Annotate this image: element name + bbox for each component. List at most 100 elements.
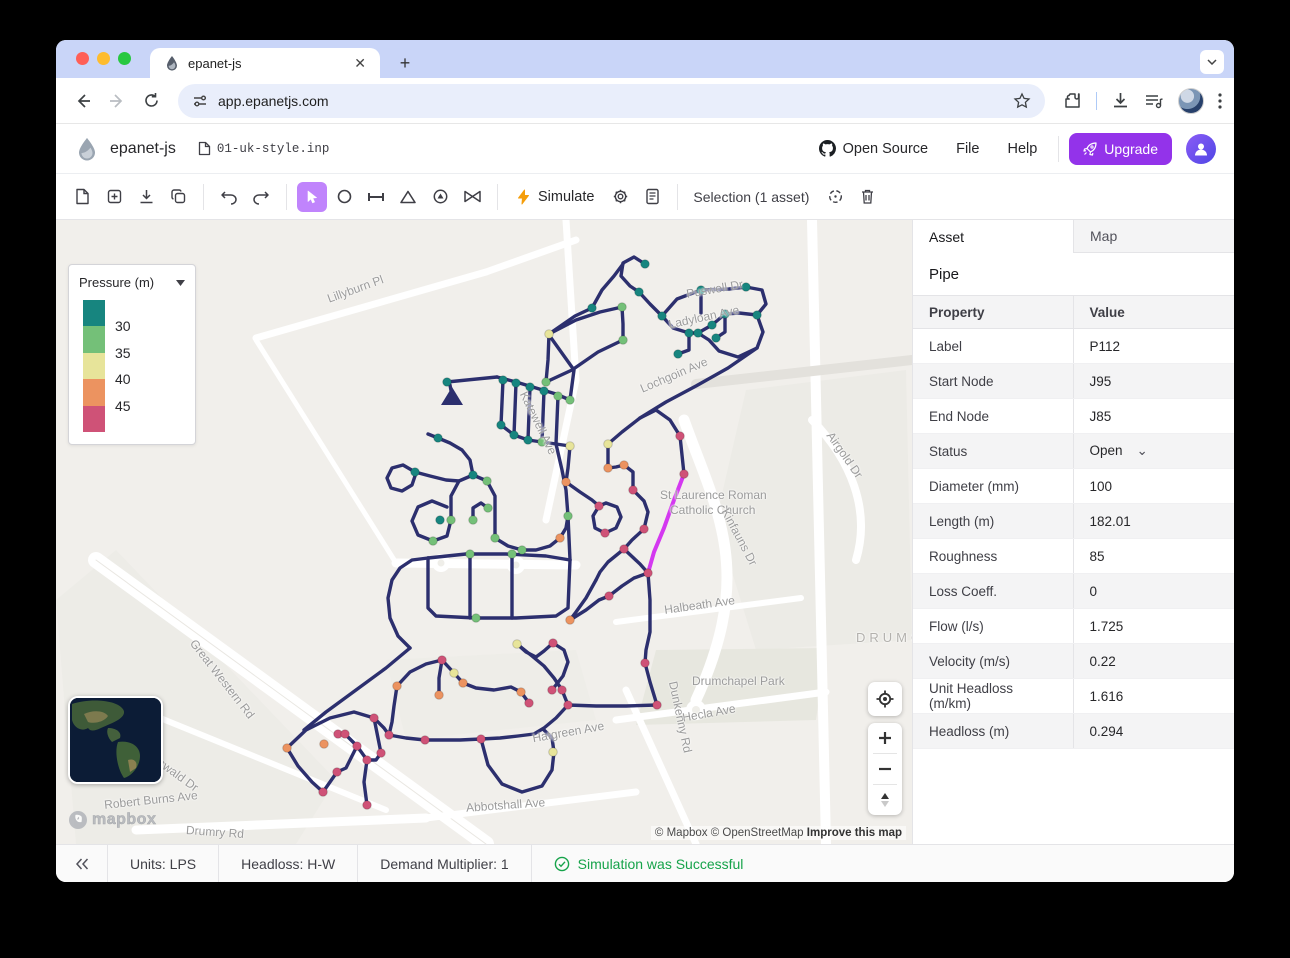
file-menu[interactable]: File	[945, 134, 990, 164]
junction-node[interactable]	[484, 504, 493, 513]
site-settings-icon[interactable]	[192, 93, 208, 109]
pipe[interactable]	[412, 501, 451, 541]
property-value[interactable]: 1.725	[1073, 609, 1234, 644]
pipe[interactable]	[566, 446, 570, 482]
pipe[interactable]	[609, 573, 648, 596]
junction-node[interactable]	[641, 260, 650, 269]
tank-tool-button[interactable]	[425, 182, 455, 212]
junction-node[interactable]	[363, 801, 372, 810]
back-button[interactable]	[68, 86, 98, 116]
attribution-osm[interactable]: © OpenStreetMap	[711, 827, 804, 839]
junction-node[interactable]	[558, 686, 567, 695]
junction-node[interactable]	[517, 688, 526, 697]
junction-node[interactable]	[510, 431, 519, 440]
property-value[interactable]: J85	[1073, 399, 1234, 434]
junction-node[interactable]	[447, 516, 456, 525]
pipe[interactable]	[639, 292, 662, 316]
junction-node[interactable]	[604, 440, 613, 449]
reservoir-marker[interactable]	[441, 387, 463, 405]
junction-node[interactable]	[620, 545, 629, 554]
delete-selection-button[interactable]	[852, 182, 882, 212]
tab-search-button[interactable]	[1200, 50, 1224, 74]
junction-node[interactable]	[604, 464, 613, 473]
junction-node[interactable]	[549, 639, 558, 648]
junction-node[interactable]	[353, 742, 362, 751]
junction-node[interactable]	[566, 616, 575, 625]
pipe[interactable]	[388, 558, 428, 648]
junction-node[interactable]	[491, 534, 500, 543]
file-name-chip[interactable]: 01-uk-style.inp	[198, 141, 330, 156]
globe-minimap[interactable]	[68, 696, 163, 784]
junction-node[interactable]	[545, 330, 554, 339]
reload-button[interactable]	[136, 86, 166, 116]
junction-node[interactable]	[341, 730, 350, 739]
junction-node[interactable]	[319, 788, 328, 797]
simulate-button[interactable]: Simulate	[507, 189, 604, 205]
junction-node[interactable]	[653, 701, 662, 710]
junction-node[interactable]	[556, 534, 565, 543]
locate-button[interactable]	[868, 682, 902, 716]
pipe[interactable]	[624, 549, 648, 573]
zoom-out-button[interactable]	[868, 754, 902, 784]
property-value[interactable]: Open⌄	[1073, 434, 1234, 469]
statusbar-item[interactable]: Units: LPS	[108, 845, 219, 882]
open-source-link[interactable]: Open Source	[808, 133, 939, 164]
pipe[interactable]	[546, 334, 549, 382]
mapbox-logo[interactable]: mapbox	[68, 810, 156, 830]
tab-close-icon[interactable]: ✕	[350, 55, 370, 72]
chevron-down-icon[interactable]: ⌄	[1137, 443, 1148, 459]
junction-node[interactable]	[566, 442, 575, 451]
junction-node[interactable]	[477, 735, 486, 744]
property-value[interactable]: 182.01	[1073, 504, 1234, 539]
junction-node[interactable]	[562, 478, 571, 487]
junction-node[interactable]	[459, 679, 468, 688]
junction-node[interactable]	[685, 329, 694, 338]
property-value[interactable]: 1.616	[1073, 679, 1234, 714]
junction-node[interactable]	[436, 516, 445, 525]
select-tool-button[interactable]	[297, 182, 327, 212]
pipe[interactable]	[568, 516, 570, 560]
junction-node[interactable]	[518, 546, 527, 555]
junction-node[interactable]	[377, 749, 386, 758]
junction-node[interactable]	[605, 592, 614, 601]
map-canvas[interactable]: Lillyburn PlPuswell DrLadyloan AveLochgo…	[56, 220, 912, 844]
junction-node[interactable]	[548, 686, 557, 695]
junction-tool-button[interactable]	[329, 182, 359, 212]
junction-node[interactable]	[333, 768, 342, 777]
pipe[interactable]	[556, 396, 558, 444]
junction-node[interactable]	[512, 379, 521, 388]
junction-node[interactable]	[680, 470, 689, 479]
property-value[interactable]: 0	[1073, 574, 1234, 609]
junction-node[interactable]	[411, 468, 420, 477]
media-playlist-icon[interactable]	[1144, 93, 1164, 109]
help-menu[interactable]: Help	[996, 134, 1048, 164]
junction-node[interactable]	[524, 436, 533, 445]
junction-node[interactable]	[641, 659, 650, 668]
junction-node[interactable]	[618, 303, 627, 312]
junction-node[interactable]	[694, 329, 703, 338]
new-project-button[interactable]	[67, 182, 97, 212]
statusbar-item[interactable]: Headloss: H-W	[219, 845, 358, 882]
junction-node[interactable]	[472, 614, 481, 623]
undo-button[interactable]	[214, 182, 244, 212]
pipe[interactable]	[501, 380, 503, 425]
junction-node[interactable]	[658, 312, 667, 321]
property-value[interactable]: 0.22	[1073, 644, 1234, 679]
junction-node[interactable]	[566, 396, 575, 405]
pipe[interactable]	[566, 482, 599, 506]
junction-node[interactable]	[629, 486, 638, 495]
window-controls[interactable]	[76, 52, 131, 65]
property-value[interactable]: P112	[1073, 329, 1234, 364]
junction-node[interactable]	[508, 550, 517, 559]
junction-node[interactable]	[385, 731, 394, 740]
statusbar-item[interactable]: Demand Multiplier: 1	[358, 845, 531, 882]
browser-profile-avatar[interactable]	[1178, 88, 1204, 114]
junction-node[interactable]	[466, 550, 475, 559]
junction-node[interactable]	[499, 376, 508, 385]
pipe[interactable]	[568, 705, 657, 706]
junction-node[interactable]	[712, 334, 721, 343]
browser-tab[interactable]: epanet-js ✕	[150, 48, 380, 78]
junction-node[interactable]	[564, 701, 573, 710]
pipe[interactable]	[415, 472, 459, 481]
junction-node[interactable]	[620, 461, 629, 470]
